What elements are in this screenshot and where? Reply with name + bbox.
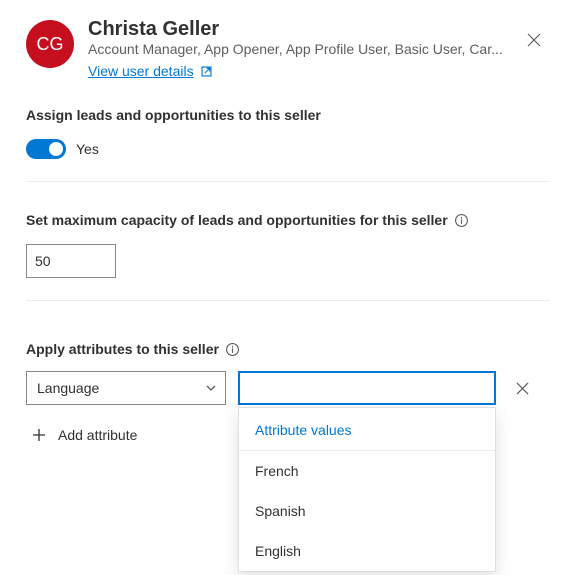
attribute-value-input[interactable] — [238, 371, 496, 405]
attributes-label: Apply attributes to this seller — [26, 341, 219, 357]
dropdown-item[interactable]: English — [239, 531, 495, 571]
dropdown-header: Attribute values — [239, 408, 495, 451]
add-attribute-label: Add attribute — [58, 427, 137, 443]
user-name: Christa Geller — [88, 18, 518, 41]
divider — [26, 300, 550, 301]
attribute-type-select[interactable]: Language — [26, 371, 226, 405]
remove-attribute-button[interactable] — [508, 374, 536, 402]
assign-toggle[interactable] — [26, 139, 66, 159]
dropdown-item[interactable]: Spanish — [239, 491, 495, 531]
open-in-new-icon — [200, 65, 213, 78]
attribute-type-value: Language — [37, 380, 99, 396]
dropdown-item[interactable]: French — [239, 451, 495, 491]
info-icon[interactable] — [454, 213, 469, 228]
avatar: CG — [26, 20, 74, 68]
assign-label: Assign leads and opportunities to this s… — [26, 107, 550, 123]
close-icon — [527, 33, 541, 47]
user-roles: Account Manager, App Opener, App Profile… — [88, 41, 508, 57]
close-icon — [516, 382, 529, 395]
capacity-label: Set maximum capacity of leads and opport… — [26, 212, 448, 228]
toggle-knob — [49, 142, 63, 156]
info-icon[interactable] — [225, 342, 240, 357]
chevron-down-icon — [205, 382, 217, 394]
capacity-input[interactable] — [26, 244, 116, 278]
assign-toggle-text: Yes — [76, 141, 99, 157]
attribute-value-dropdown: Attribute values French Spanish English — [238, 407, 496, 572]
close-button[interactable] — [518, 24, 550, 56]
view-user-details-label: View user details — [88, 63, 194, 79]
divider — [26, 181, 550, 182]
plus-icon — [32, 428, 46, 442]
view-user-details-link[interactable]: View user details — [88, 63, 213, 79]
